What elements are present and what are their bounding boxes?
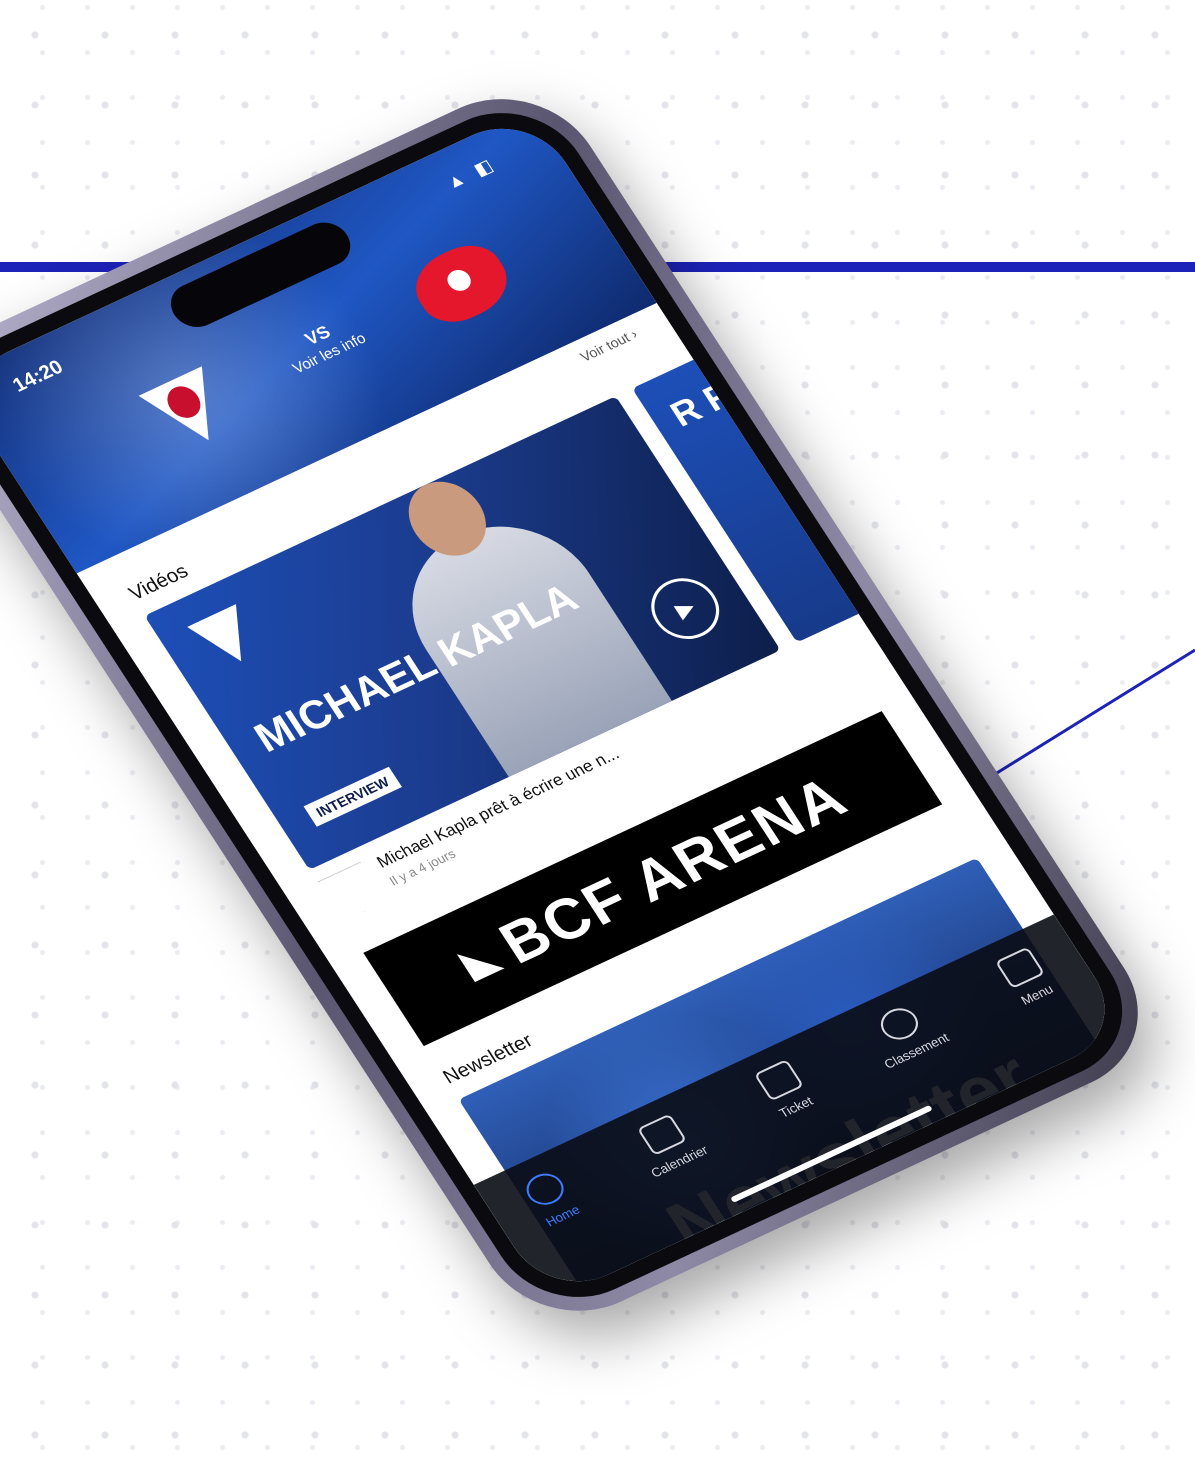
club-logo-icon: [187, 604, 266, 673]
sponsor-logo-icon: ◣: [453, 933, 507, 985]
status-icons: ▲ ◧: [442, 153, 501, 193]
play-icon[interactable]: ▶: [638, 567, 732, 650]
calendar-icon: [636, 1113, 688, 1156]
tab-menu[interactable]: Menu: [994, 946, 1058, 1009]
tab-standings[interactable]: Classement: [859, 996, 952, 1072]
tab-calendar[interactable]: Calendrier: [626, 1108, 711, 1180]
home-team-logo-icon: [138, 366, 240, 455]
match-info: VS Voir les info: [244, 294, 404, 395]
video-tag: INTERVIEW: [303, 766, 402, 827]
ticket-icon: [753, 1059, 804, 1102]
standings-icon: [874, 1002, 925, 1046]
tab-label: Home: [542, 1202, 583, 1230]
menu-icon: [994, 946, 1045, 990]
status-time: 14:20: [8, 356, 68, 397]
away-team-logo-icon: [401, 235, 522, 333]
home-icon: [520, 1167, 571, 1211]
tab-home[interactable]: Home: [520, 1167, 583, 1230]
tab-label: Ticket: [776, 1093, 816, 1121]
tab-ticket[interactable]: Ticket: [753, 1059, 816, 1121]
club-avatar-icon: [317, 861, 387, 922]
tab-label: Menu: [1018, 981, 1056, 1008]
